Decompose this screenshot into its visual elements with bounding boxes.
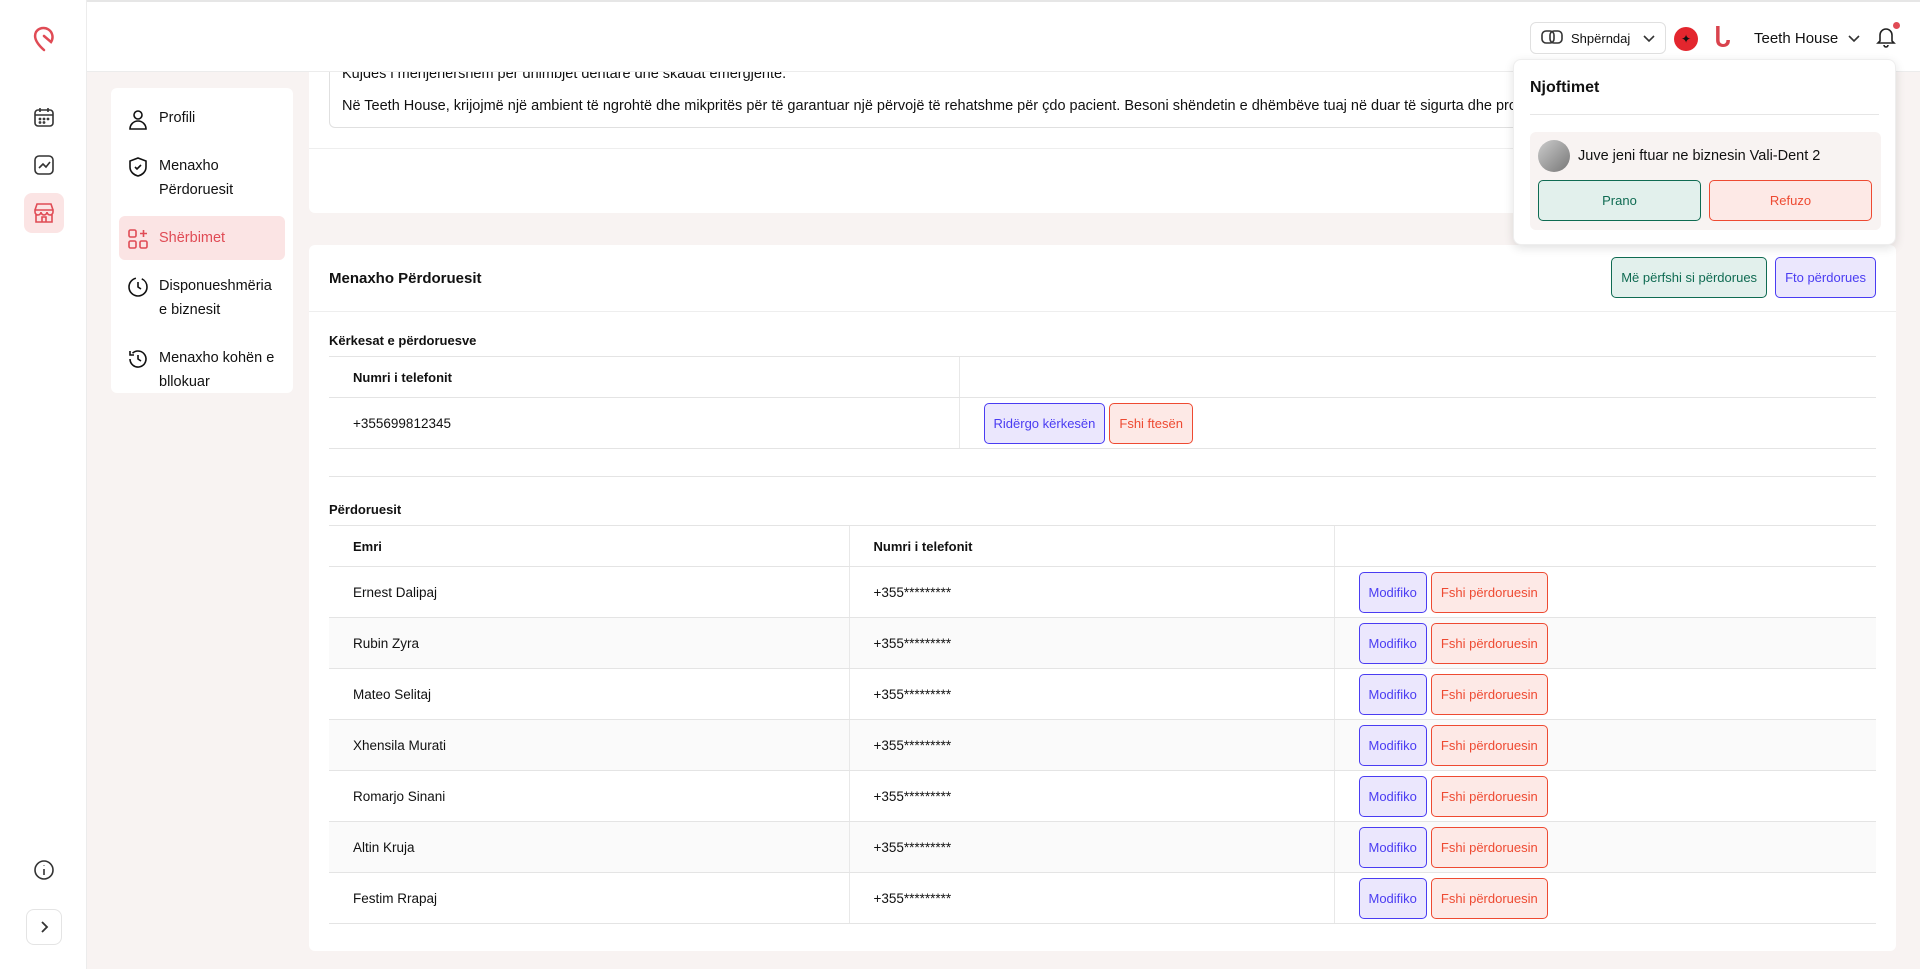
albanian-flag-icon[interactable]: ✦ xyxy=(1674,27,1698,51)
edit-user-button[interactable]: Modifiko xyxy=(1358,724,1427,766)
manage-users-card: Menaxho Përdoruesit Më përfshi si përdor… xyxy=(309,245,1896,951)
table-row: Mateo Selitaj +355********* Modifiko Fshi p… xyxy=(329,668,1876,720)
user-name: Rubin Zyra xyxy=(329,617,849,669)
app-logo-icon[interactable] xyxy=(30,24,58,52)
edit-user-button[interactable]: Modifiko xyxy=(1358,622,1427,664)
requests-table: Numri i telefonit +355699812345 Ridërgo … xyxy=(329,356,1876,449)
delete-user-button[interactable]: Fshi përdoruesin xyxy=(1430,775,1548,817)
left-rail xyxy=(0,0,87,969)
section-title: Menaxho Përdoruesit xyxy=(329,269,482,287)
user-name: Altin Kruja xyxy=(329,821,849,873)
settings-menu: Profili Menaxho Përdoruesit Shërbimet Di… xyxy=(111,88,293,393)
shield-icon xyxy=(129,157,147,177)
delete-user-button[interactable]: Fshi përdoruesin xyxy=(1430,877,1548,919)
business-name: Teeth House xyxy=(1754,29,1839,47)
delete-user-button[interactable]: Fshi përdoruesin xyxy=(1430,571,1548,613)
notification-item: Juve jeni ftuar ne biznesin Vali-Dent 2 … xyxy=(1530,132,1881,230)
info-icon[interactable] xyxy=(24,850,64,890)
user-phone: +355********* xyxy=(848,821,1334,873)
divider xyxy=(329,476,1876,477)
delete-user-button[interactable]: Fshi përdoruesin xyxy=(1430,724,1548,766)
chevron-right-icon[interactable] xyxy=(26,909,62,945)
user-name: Romarjo Sinani xyxy=(329,770,849,822)
edit-user-button[interactable]: Modifiko xyxy=(1358,877,1427,919)
user-name: Xhensila Murati xyxy=(329,719,849,771)
delete-user-button[interactable]: Fshi përdoruesin xyxy=(1430,826,1548,868)
table-row: Xhensila Murati +355********* Modifiko Fshi… xyxy=(329,719,1876,771)
table-row: Ernest Dalipaj +355********* Modifiko Fshi … xyxy=(329,566,1876,618)
grid-plus-icon xyxy=(128,229,148,249)
chevron-down-icon xyxy=(1848,30,1860,47)
resend-request-button[interactable]: Ridërgo kërkesën xyxy=(983,402,1106,444)
table-row: Romarjo Sinani +355********* Modifiko Fshi … xyxy=(329,770,1876,822)
table-row: Altin Kruja +355********* Modifiko Fshi për… xyxy=(329,821,1876,873)
clock-icon xyxy=(128,277,148,297)
menu-item-availability[interactable]: Disponueshmëria e biznesit xyxy=(119,264,285,332)
chevron-down-icon xyxy=(1643,31,1655,46)
user-name: Mateo Selitaj xyxy=(329,668,849,720)
notifications-popup: Njoftimet Juve jeni ftuar ne biznesin Va… xyxy=(1513,59,1896,245)
notifications-title: Njoftimet xyxy=(1530,60,1879,115)
delete-invite-button[interactable]: Fshi ftesën xyxy=(1109,402,1193,444)
delete-user-button[interactable]: Fshi përdoruesin xyxy=(1430,622,1548,664)
users-section: Përdoruesit Emri Numri i telefonit Ernest… xyxy=(329,495,1876,924)
invite-user-button[interactable]: Fto përdorues xyxy=(1775,257,1876,298)
table-row: Festim Rrapaj +355********* Modifiko Fshi p… xyxy=(329,872,1876,924)
edit-user-button[interactable]: Modifiko xyxy=(1358,673,1427,715)
business-logo-icon: ᒐ xyxy=(1714,22,1731,52)
history-icon xyxy=(129,350,147,368)
menu-item-profile[interactable]: Profili xyxy=(119,96,285,140)
share-icon xyxy=(1541,29,1563,47)
include-me-button[interactable]: Më përfshi si përdorues xyxy=(1611,257,1768,298)
bell-icon[interactable] xyxy=(1876,22,1900,51)
share-label: Shpërndaj xyxy=(1571,30,1631,46)
user-phone: +355********* xyxy=(848,566,1334,618)
menu-item-manage-users[interactable]: Menaxho Përdoruesit xyxy=(119,144,285,212)
menu-item-services[interactable]: Shërbimet xyxy=(119,216,285,260)
user-phone: +355********* xyxy=(848,617,1334,669)
user-phone: +355********* xyxy=(848,668,1334,720)
table-row: +355699812345 Ridërgo kërkesën Fshi ftesë… xyxy=(329,397,1876,449)
decline-button[interactable]: Refuzo xyxy=(1709,180,1872,221)
user-phone: +355********* xyxy=(848,719,1334,771)
user-phone: +355********* xyxy=(848,770,1334,822)
edit-user-button[interactable]: Modifiko xyxy=(1358,775,1427,817)
user-icon xyxy=(129,110,147,130)
avatar xyxy=(1538,140,1570,172)
accept-button[interactable]: Prano xyxy=(1538,180,1701,221)
menu-item-blocked-time[interactable]: Menaxho kohën e bllokuar xyxy=(119,336,285,404)
business-switcher[interactable]: ᒐ Teeth House xyxy=(1714,22,1860,54)
delete-user-button[interactable]: Fshi përdoruesin xyxy=(1430,673,1548,715)
edit-user-button[interactable]: Modifiko xyxy=(1358,826,1427,868)
requests-section: Kërkesat e përdoruesve Numri i telefonit… xyxy=(329,326,1876,477)
user-phone: +355********* xyxy=(848,872,1334,924)
user-name: Ernest Dalipaj xyxy=(329,566,849,618)
table-row: Rubin Zyra +355********* Modifiko Fshi përd… xyxy=(329,617,1876,669)
share-button[interactable]: Shpërndaj xyxy=(1530,22,1666,54)
chart-icon[interactable] xyxy=(24,145,64,185)
edit-user-button[interactable]: Modifiko xyxy=(1358,571,1427,613)
users-table: Emri Numri i telefonit Ernest Dalipaj +355… xyxy=(329,525,1876,924)
store-icon[interactable] xyxy=(24,193,64,233)
calendar-icon[interactable] xyxy=(24,97,64,137)
user-name: Festim Rrapaj xyxy=(329,872,849,924)
